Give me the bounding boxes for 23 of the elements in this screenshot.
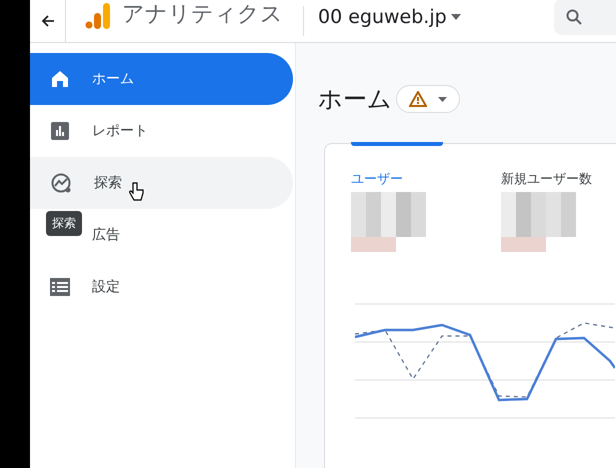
back-arrow-icon[interactable] xyxy=(40,13,56,29)
nav-item[interactable]: 広告 xyxy=(92,226,120,244)
nav-item[interactable]: 設定 xyxy=(92,278,120,296)
bar-chart-icon xyxy=(50,121,70,141)
page-title: ホーム xyxy=(318,84,392,115)
home-icon xyxy=(50,69,70,89)
warning-icon xyxy=(408,91,427,107)
product-name: アナリティクス xyxy=(122,1,283,29)
warning-dropdown[interactable] xyxy=(396,85,460,113)
search-field[interactable] xyxy=(554,0,616,35)
caret-icon xyxy=(438,96,448,102)
trend-circle-icon xyxy=(50,172,72,194)
tooltip: 探索 xyxy=(46,211,82,236)
hand-cursor-icon xyxy=(128,182,144,202)
list-icon xyxy=(50,278,70,296)
property-selector[interactable]: 00 eguweb.jp xyxy=(318,6,461,28)
caret-icon xyxy=(450,14,461,20)
search-icon xyxy=(566,9,582,25)
nav-item[interactable]: ホーム xyxy=(30,53,293,105)
nav-item[interactable]: レポート xyxy=(92,122,148,140)
metric-tab[interactable]: ユーザー xyxy=(351,170,431,188)
nav-item[interactable]: 探索 xyxy=(30,157,293,209)
metric-tab[interactable]: 新規ユーザー数 xyxy=(501,170,592,188)
